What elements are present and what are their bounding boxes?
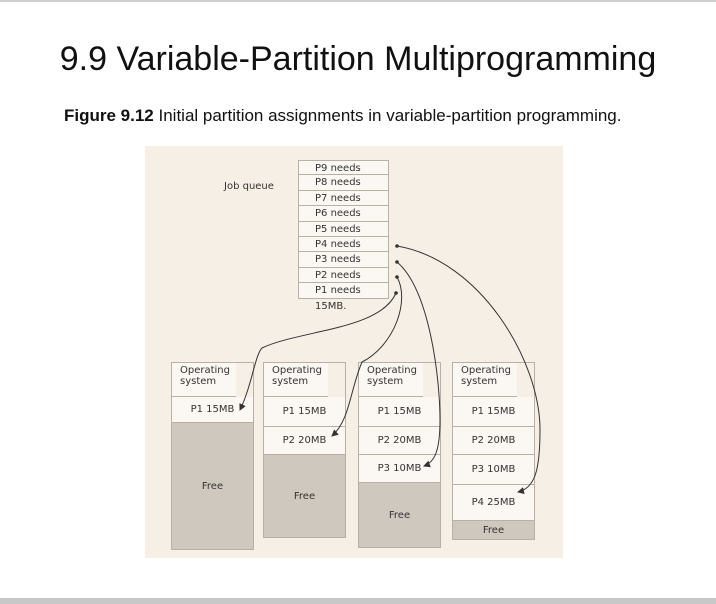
queue-item: P1 needs 15MB.: [298, 283, 389, 312]
queue-item: P4 needs 25MB.: [298, 236, 389, 265]
partition-p3: P3 10MB: [359, 455, 440, 483]
free-block: Free: [359, 483, 440, 547]
queue-item: P7 needs 11MB.: [298, 190, 389, 219]
os-block: Operating system: [172, 363, 236, 397]
memory-column-4: Operating system P1 15MB P2 20MB P3 10MB…: [452, 362, 535, 540]
job-queue: P9 needs 9MB. P8 needs 18MB. P7 needs 11…: [298, 160, 389, 312]
memory-column-3: Operating system P1 15MB P2 20MB P3 10MB…: [358, 362, 441, 548]
partition-p1: P1 15MB: [172, 397, 253, 423]
free-block: Free: [453, 521, 534, 539]
job-queue-label: Job queue: [224, 181, 274, 192]
partition-p2: P2 20MB: [453, 427, 534, 455]
os-block: Operating system: [264, 363, 328, 397]
partition-p4: P4 25MB: [453, 485, 534, 521]
bottom-divider: [0, 598, 716, 604]
os-block: Operating system: [453, 363, 517, 397]
partition-p2: P2 20MB: [264, 427, 345, 455]
top-divider: [0, 0, 716, 2]
queue-item: P2 needs 20MB.: [298, 267, 389, 296]
partition-p1: P1 15MB: [453, 397, 534, 427]
queue-item: P8 needs 18MB.: [298, 175, 389, 204]
partition-p1: P1 15MB: [359, 397, 440, 427]
partition-p3: P3 10MB: [453, 455, 534, 485]
free-block: Free: [264, 455, 345, 537]
queue-item: P3 needs 10MB.: [298, 252, 389, 281]
memory-column-1: Operating system P1 15MB Free: [171, 362, 254, 550]
queue-item: P9 needs 9MB.: [298, 160, 389, 189]
figure-caption-text: Initial partition assignments in variabl…: [153, 106, 622, 125]
queue-item: P6 needs 32MB.: [298, 206, 389, 235]
queue-item: P5 needs 14MB.: [298, 221, 389, 250]
figure-label: Figure 9.12: [64, 106, 154, 125]
partition-p1: P1 15MB: [264, 397, 345, 427]
slide-title: 9.9 Variable-Partition Multiprogramming: [59, 40, 657, 78]
memory-column-2: Operating system P1 15MB P2 20MB Free: [263, 362, 346, 538]
figure-caption: Figure 9.12 Initial partition assignment…: [64, 106, 621, 126]
os-block: Operating system: [359, 363, 423, 397]
partition-p2: P2 20MB: [359, 427, 440, 455]
free-block: Free: [172, 423, 253, 549]
